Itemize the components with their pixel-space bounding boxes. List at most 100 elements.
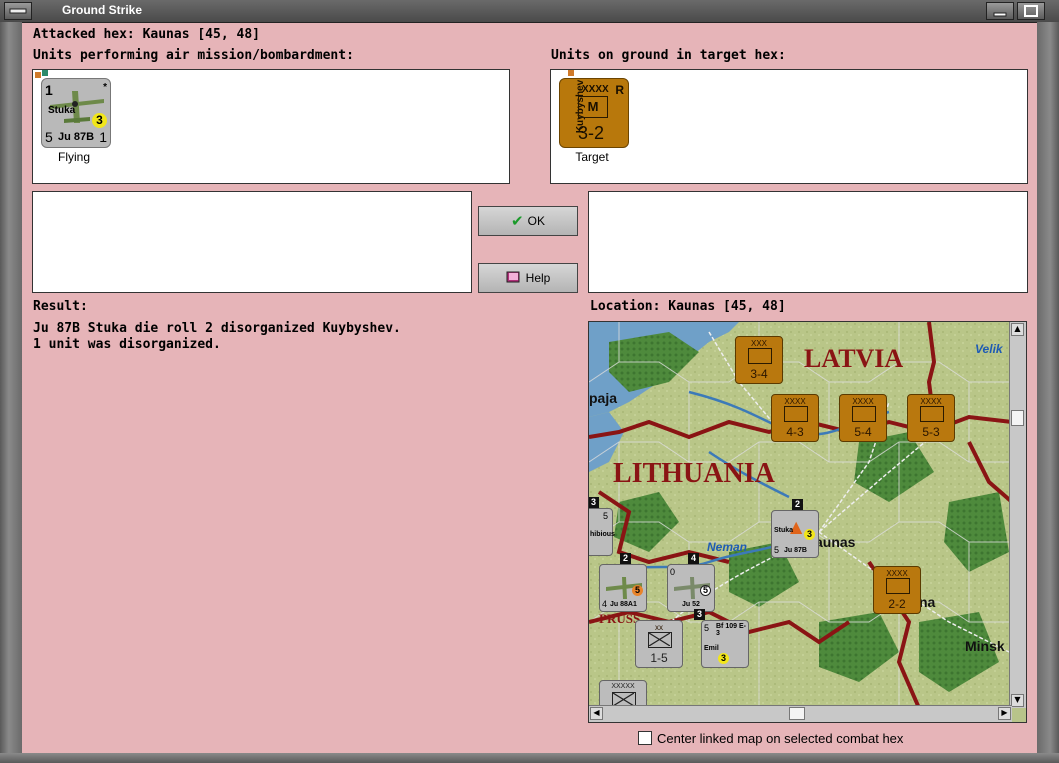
counter-circle: 3 [804,529,815,540]
vertical-scroll-thumb[interactable] [1011,410,1024,426]
ground-details-box [588,191,1028,293]
stack-count: 4 [688,553,699,564]
ground-unit-symbol: M [587,99,599,114]
counter-name: Stuka [774,527,794,534]
center-map-checkbox-label[interactable]: Center linked map on selected combat hex [657,731,903,746]
map-counter-4-3[interactable]: XXXX 4-3 [771,394,819,442]
ground-unit-caption: Target [575,150,609,164]
window-frame-right [1037,22,1059,763]
minimize-button[interactable] [986,2,1014,20]
counter-strength: 5-4 [854,425,872,439]
counter-num: 5 [704,623,710,633]
counter-symbol [784,406,808,422]
counter-strength: 2-2 [888,597,906,611]
stack-count: 3 [694,609,705,620]
map-ju52-counter[interactable]: 4 0 5 Ju 52 [667,553,715,612]
ground-units-label: Units on ground in target hex: [551,48,786,63]
ground-unit-flag: R [615,83,624,97]
ground-strike-window: Ground Strike Attacked hex: Kaunas [45, … [0,0,1059,763]
ok-label: OK [527,214,545,228]
strategic-map[interactable]: LATVIA LITHUANIA paja Velik Neman aunas … [588,321,1027,723]
counter-circle: 3 [718,653,729,664]
ground-unit-size: XXXX [582,84,609,95]
ground-unit-symbol-box: M [578,96,608,118]
scroll-left-arrow-icon[interactable]: ◀ [590,707,603,720]
air-units-label: Units performing air mission/bombardment… [33,48,354,63]
air-unit-type: Ju 87B [58,131,95,143]
counter-size: XXXX [784,397,806,406]
counter-symbol [920,406,944,422]
counter-strength: 5-3 [922,425,940,439]
counter-num: 5 [774,545,780,555]
counter-symbol [748,348,772,364]
counter-type: Ju 52 [682,601,700,608]
air-unit-circle: 3 [92,113,107,128]
selection-marker [568,70,574,76]
stack-count: 3 [589,497,599,508]
neman-label: Neman [707,540,748,554]
map-bf109-counter[interactable]: 3 5 Bf 109 E-3 Emil 3 [694,609,749,668]
counter-strength: 3-4 [750,367,768,381]
counter-strength: 4-3 [786,425,804,439]
center-map-checkbox[interactable] [638,731,652,745]
system-menu-button[interactable] [4,2,32,20]
scroll-up-arrow-icon[interactable]: ▲ [1011,323,1024,336]
map-counter-2-2[interactable]: XXXX 2-2 [873,566,921,614]
result-line-1: Ju 87B Stuka die roll 2 disorganized Kuy… [33,321,401,336]
stack-count: 2 [620,553,631,564]
prussia-label: PRUSS [599,611,641,626]
map-edge-counter[interactable]: 3 5 hibious [589,497,615,556]
velik-label: Velik [975,342,1003,356]
map-counter-5-4[interactable]: XXXX 5-4 [839,394,887,442]
counter-size: XXXX [852,397,874,406]
air-details-box [32,191,472,293]
attacked-hex-label: Attacked hex: Kaunas [45, 48] [33,27,260,42]
counter-type: Ju 88A1 [610,601,637,608]
latvia-label: LATVIA [804,344,904,373]
help-label: Help [525,271,551,285]
counter-name: hibious [590,531,615,538]
map-stuka-counter[interactable]: 2 ▲ Stuka 3 5 Ju 87B [771,499,819,558]
ground-unit-strength: 3-2 [578,123,605,143]
lithuania-label: LITHUANIA [613,458,775,489]
counter-size: xx [655,623,663,632]
map-vertical-scrollbar[interactable]: ▲ ▼ [1009,322,1026,708]
map-counter-1-5[interactable]: xx 1-5 [635,620,683,668]
map-counter-3-4[interactable]: XXX 3-4 [735,336,783,384]
counter-symbol [852,406,876,422]
kaunas-label: aunas [815,534,856,550]
map-horizontal-scrollbar[interactable]: ◀ ▶ [589,705,1012,722]
location-label: Location: Kaunas [45, 48] [590,299,786,314]
map-ju88-counter[interactable]: 2 5 4 Ju 88A1 [599,553,647,612]
selection-marker [35,72,41,78]
status-marker [42,70,48,76]
counter-circle: 5 [700,585,711,596]
window-frame-bottom [0,753,1059,763]
title-bar[interactable]: Ground Strike [0,0,1059,23]
minsk-label: Minsk [965,638,1005,654]
result-line-2: 1 unit was disorganized. [33,337,221,352]
map-counter-5-3[interactable]: XXXX 5-3 [907,394,955,442]
scroll-right-arrow-icon[interactable]: ▶ [998,707,1011,720]
stuka-air-unit[interactable]: 1 * Stuka 3 5 Ju 87B 1 [41,78,111,148]
air-unit-bottom-right: 1 [99,129,107,145]
counter-symbol [886,578,910,594]
counter-num: 4 [602,599,608,609]
window-title: Ground Strike [62,3,143,17]
counter-size: XXX [750,339,767,348]
horizontal-scroll-thumb[interactable] [789,707,805,720]
counter-num: 5 [602,511,608,521]
maximize-button[interactable] [1017,2,1045,20]
counter-size: XXXX [886,569,908,578]
ok-button[interactable]: ✔ OK [478,206,578,236]
counter-symbol [648,632,672,648]
result-label: Result: [33,299,88,314]
ground-units-box: Kuybyshev XXXX R M 3-2 Target [550,69,1028,184]
kuybyshev-ground-unit[interactable]: Kuybyshev XXXX R M 3-2 [559,78,629,148]
counter-num: 0 [670,567,676,577]
window-frame-left [0,22,22,763]
checkmark-icon: ✔ [511,212,524,230]
help-button[interactable]: Help [478,263,578,293]
air-unit-star: * [103,82,107,93]
scroll-down-arrow-icon[interactable]: ▼ [1011,694,1024,707]
